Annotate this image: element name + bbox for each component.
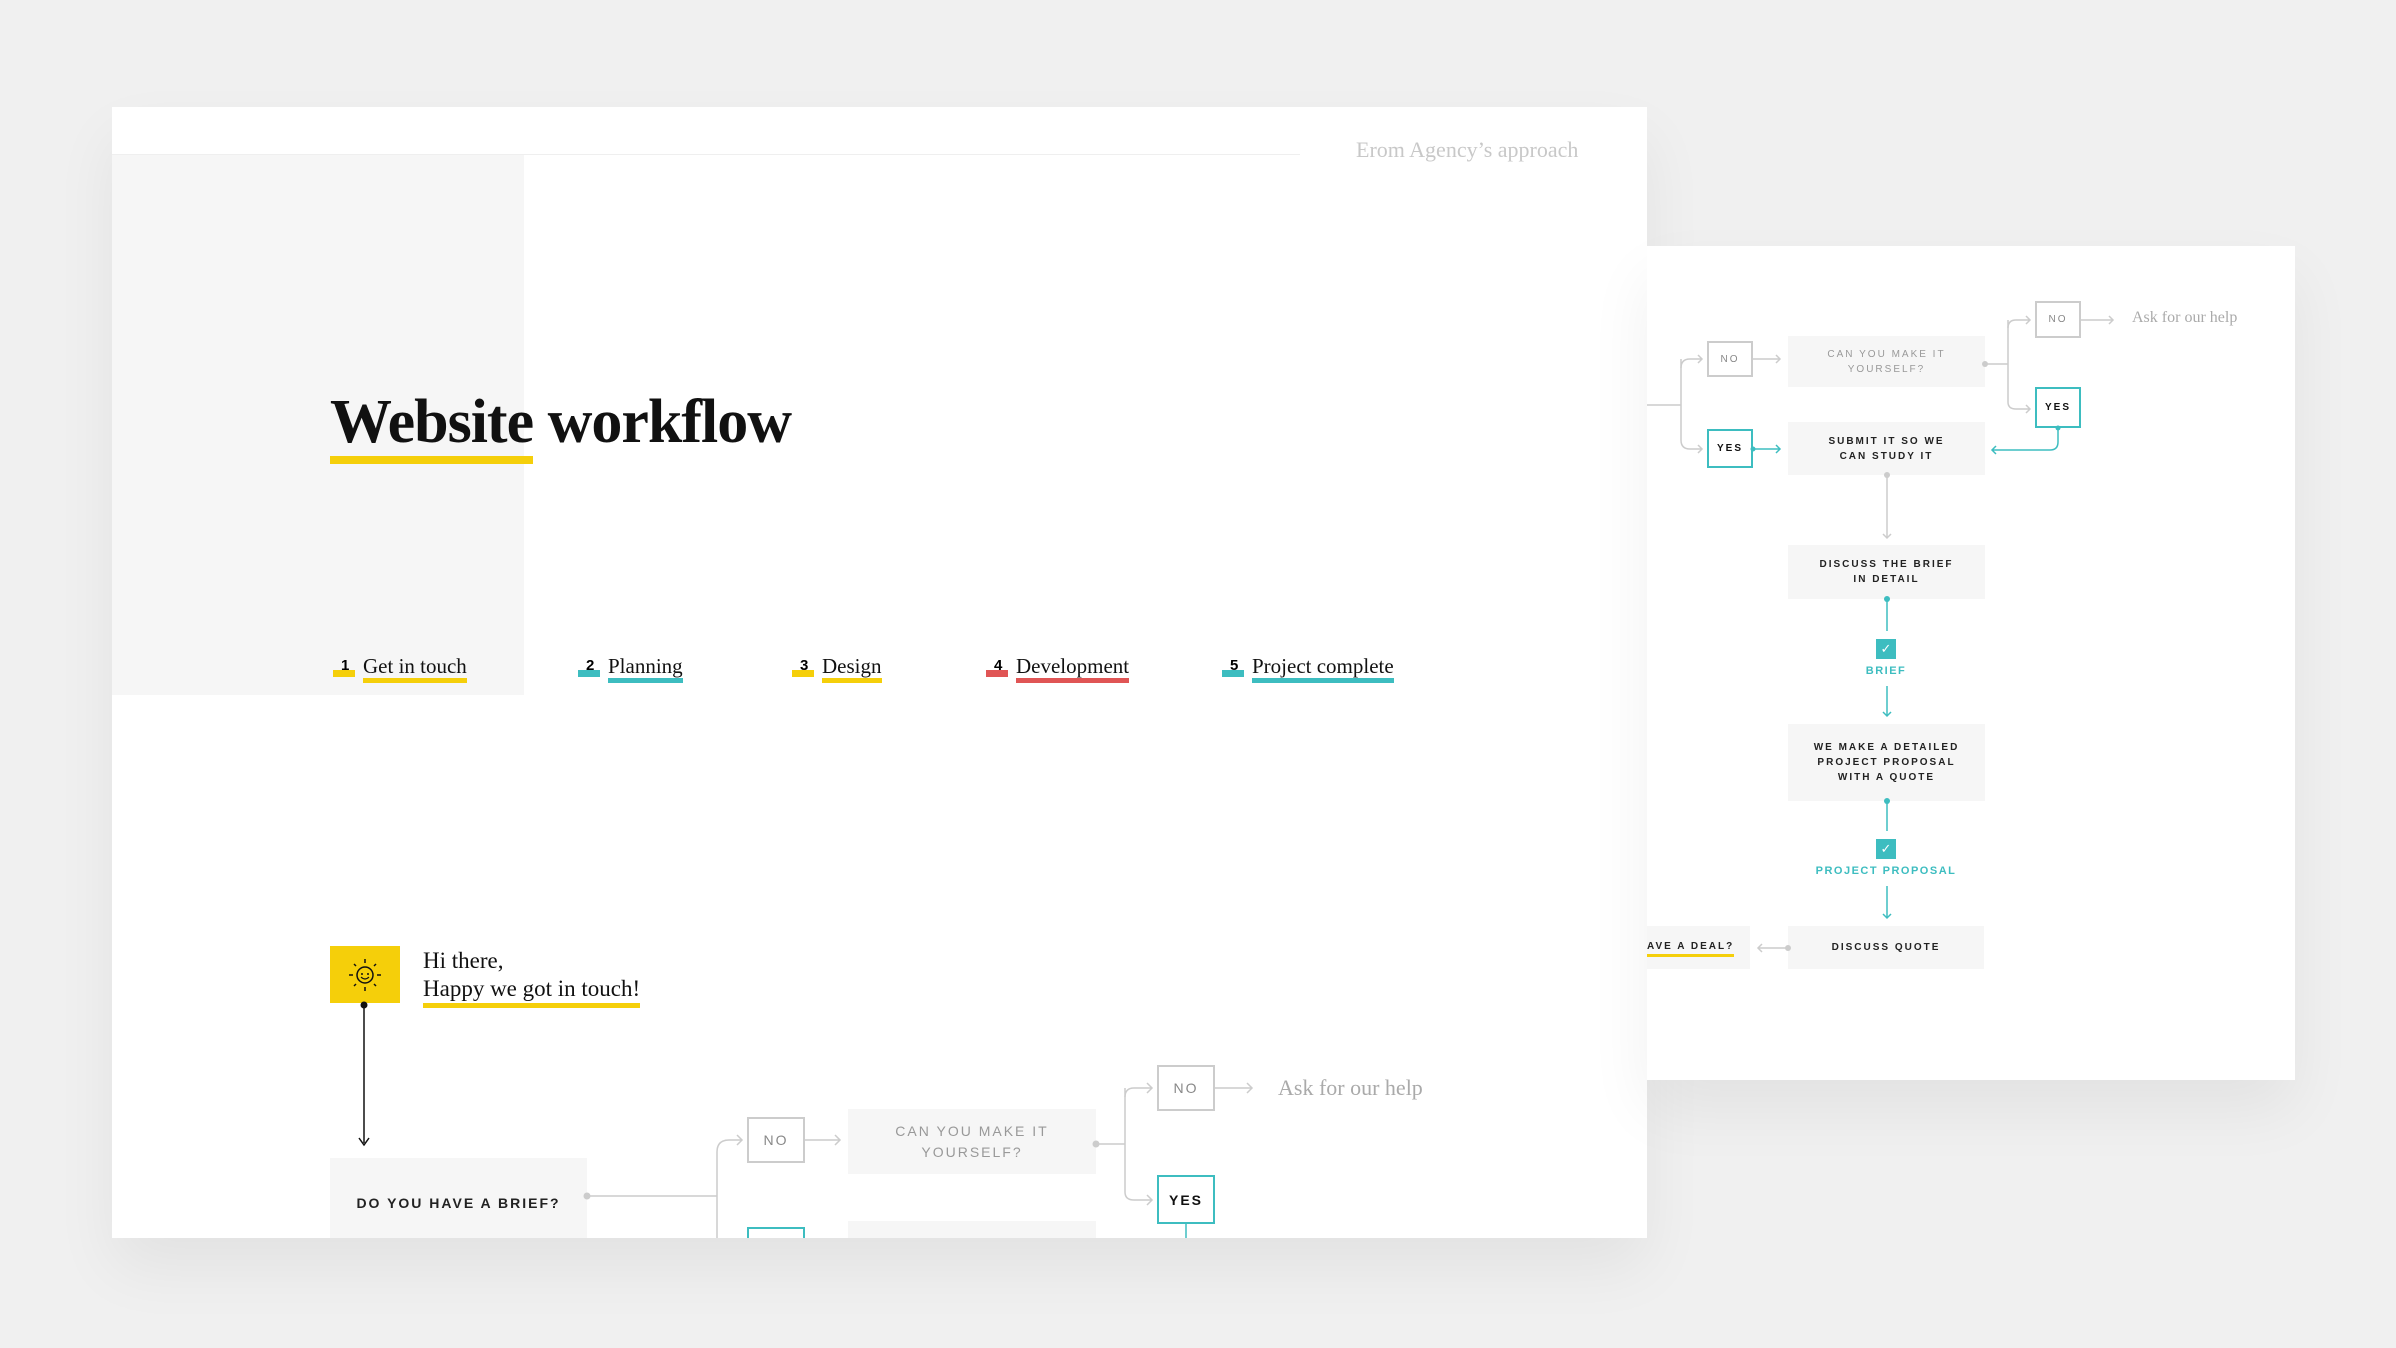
- no-option-2[interactable]: NO: [1157, 1065, 1215, 1111]
- submit-box-partial: [848, 1221, 1096, 1238]
- title-underlined-word: Website: [330, 388, 534, 464]
- sun-icon: [330, 946, 400, 1003]
- step-design[interactable]: 3 Design: [792, 654, 882, 684]
- no-option[interactable]: NO: [747, 1117, 805, 1163]
- step-get-in-touch[interactable]: 1 Get in touch: [333, 654, 467, 684]
- ask-for-help-link[interactable]: Ask for our help: [1278, 1075, 1423, 1101]
- step-label: Get in touch: [363, 654, 467, 684]
- discuss-brief-box: Discuss the brief in detail: [1788, 545, 1985, 599]
- yes-option-partial[interactable]: [747, 1227, 805, 1238]
- question-have-brief[interactable]: Do you have a brief?: [330, 1158, 587, 1238]
- discuss-quote-box: Discuss quote: [1788, 926, 1984, 969]
- question-make-yourself[interactable]: Can you make it yourself?: [1788, 336, 1985, 387]
- step-planning[interactable]: 2 Planning: [578, 654, 683, 684]
- no-option[interactable]: NO: [1707, 341, 1753, 377]
- step-label: Development: [1016, 654, 1130, 684]
- step-label: Project complete: [1252, 654, 1394, 684]
- intro-text: Hi there, Happy we got in touch!: [423, 947, 641, 1008]
- step-project-complete[interactable]: 5 Project complete: [1222, 654, 1394, 684]
- header-divider: [112, 154, 1300, 155]
- question-make-yourself[interactable]: Can you make it yourself?: [848, 1109, 1096, 1174]
- yes-option-2[interactable]: YES: [1157, 1175, 1215, 1224]
- deal-question-text: AVE A DEAL?: [1647, 939, 1735, 957]
- check-icon: ✓: [1876, 839, 1896, 859]
- step-development[interactable]: 4 Development: [986, 654, 1130, 684]
- yes-option[interactable]: YES: [1707, 429, 1753, 468]
- intro-line2: Happy we got in touch!: [423, 975, 641, 1008]
- step-label: Planning: [608, 654, 683, 684]
- intro-line1: Hi there,: [423, 948, 504, 973]
- brief-label: BRIEF: [1865, 665, 1907, 677]
- main-slide: Erom Agency’s approach Website workflow …: [112, 107, 1647, 1238]
- proposal-label: PROJECT PROPOSAL: [1815, 865, 1957, 877]
- header-subtitle: Erom Agency’s approach: [1356, 137, 1579, 162]
- secondary-slide: NO YES Can you make it yourself? NO YES …: [1647, 246, 2295, 1080]
- proposal-box: We make a detailed project proposal with…: [1788, 724, 1985, 801]
- ask-for-help-link[interactable]: Ask for our help: [2132, 309, 2237, 327]
- page-title: Website workflow: [330, 387, 792, 464]
- submit-brief-box: Submit it so we can study it: [1788, 422, 1985, 475]
- yes-option-2[interactable]: YES: [2035, 387, 2081, 428]
- check-icon: ✓: [1876, 639, 1896, 659]
- title-rest: workflow: [533, 388, 792, 456]
- deal-question-box: AVE A DEAL?: [1647, 926, 1750, 969]
- step-label: Design: [822, 654, 882, 684]
- no-option-2[interactable]: NO: [2035, 301, 2081, 338]
